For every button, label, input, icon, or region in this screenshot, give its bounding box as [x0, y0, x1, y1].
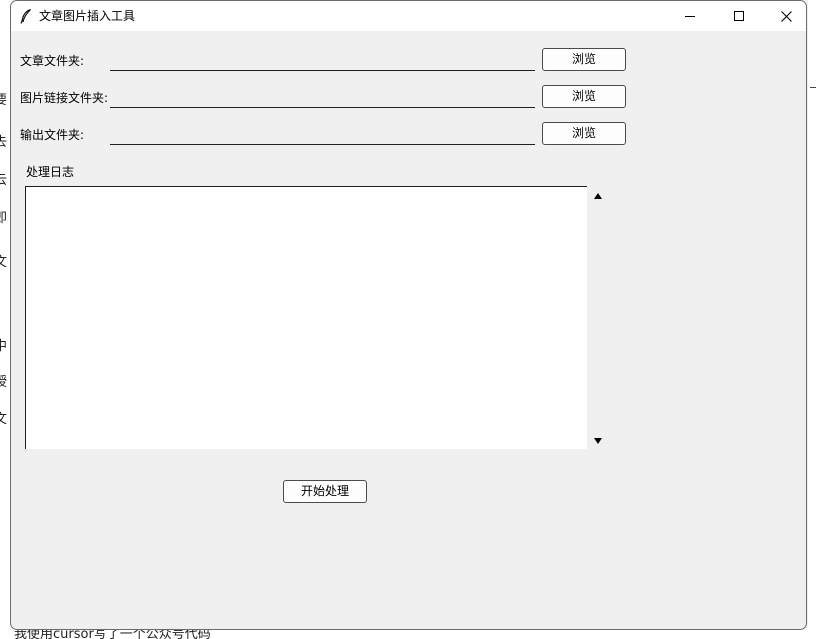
maximize-icon [734, 11, 744, 21]
article-folder-label: 文章文件夹: [20, 54, 85, 68]
background-text: 授 [0, 375, 8, 390]
background-text: 即 [0, 211, 8, 226]
background-divider [810, 87, 816, 88]
minimize-icon [685, 16, 695, 17]
background-text: 文 [0, 412, 8, 427]
scroll-down-icon[interactable] [593, 437, 603, 445]
background-window-right [808, 0, 816, 639]
article-folder-input[interactable] [110, 53, 535, 71]
title-bar[interactable]: 文章图片插入工具 [11, 1, 806, 31]
output-folder-input[interactable] [110, 127, 535, 145]
feather-icon [20, 8, 31, 24]
app-window: 文章图片插入工具 文章文件夹: 浏览 图片链接文件夹: 浏览 输出文件夹: 浏览… [10, 0, 807, 630]
close-icon [780, 10, 792, 22]
background-text: 去 [0, 135, 8, 150]
background-text: 中 [0, 339, 8, 354]
image-link-folder-browse-button[interactable]: 浏览 [542, 85, 626, 108]
background-text: 文 [0, 255, 8, 270]
log-label: 处理日志 [26, 165, 75, 179]
log-textarea[interactable] [25, 186, 587, 449]
image-link-folder-label: 图片链接文件夹: [20, 91, 109, 105]
background-text: 要 [0, 93, 8, 108]
minimize-button[interactable] [667, 1, 713, 31]
output-folder-label: 输出文件夹: [20, 128, 85, 142]
scroll-up-icon[interactable] [593, 192, 603, 200]
window-title: 文章图片插入工具 [39, 9, 136, 23]
output-folder-browse-button[interactable]: 浏览 [542, 122, 626, 145]
background-text: 云 [0, 173, 8, 188]
desktop: 要 去 云 即 文 I 中 授 文 I I I I I 我使用cursor写了一… [0, 0, 816, 639]
close-button[interactable] [763, 1, 806, 31]
image-link-folder-input[interactable] [110, 90, 535, 108]
maximize-button[interactable] [716, 1, 762, 31]
log-scrollbar[interactable] [587, 186, 610, 449]
start-processing-button[interactable]: 开始处理 [283, 480, 367, 503]
article-folder-browse-button[interactable]: 浏览 [542, 48, 626, 71]
